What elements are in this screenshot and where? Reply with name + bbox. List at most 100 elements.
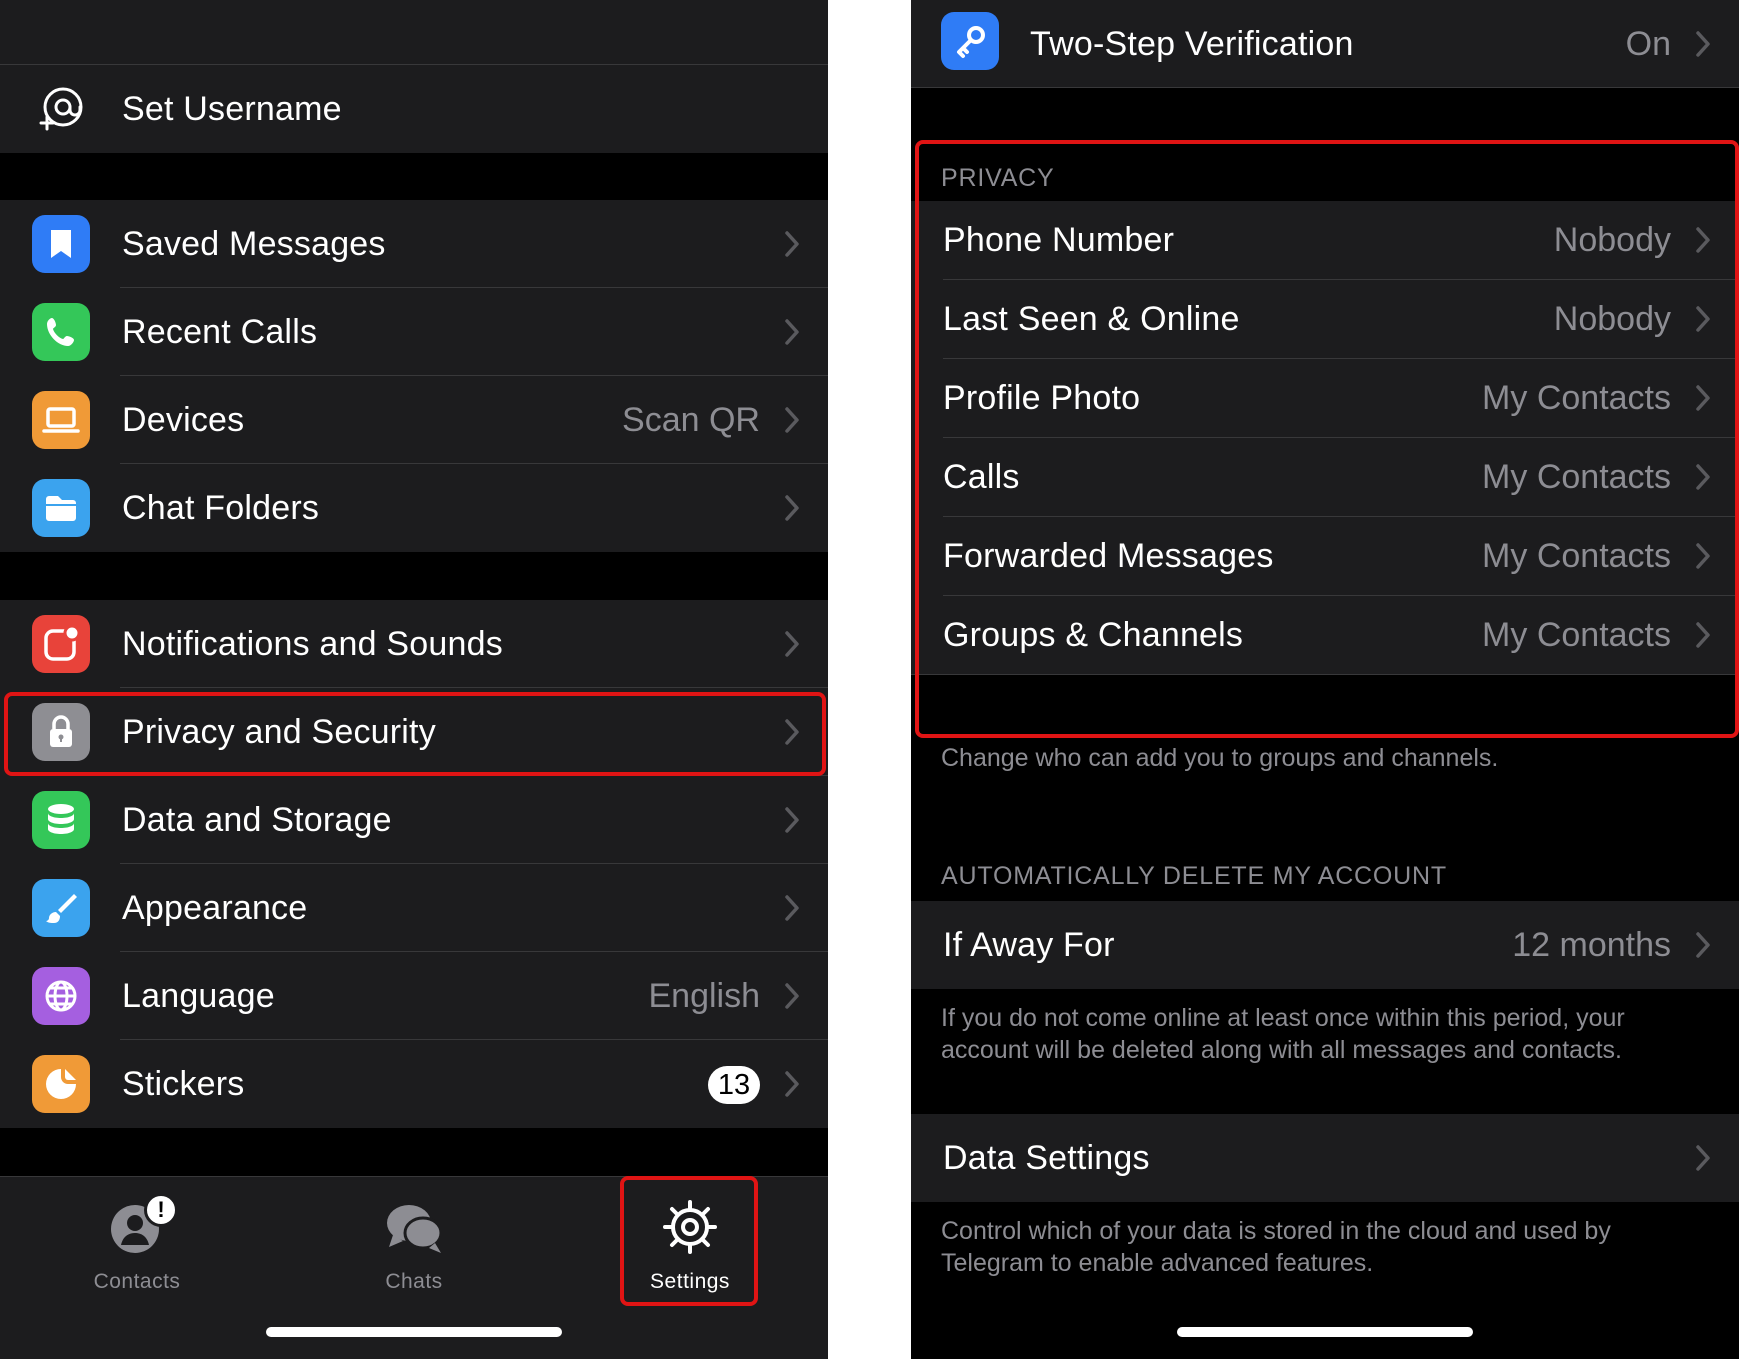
laptop-icon [32, 391, 90, 449]
settings-row-chat-folders[interactable]: Chat Folders [0, 464, 828, 552]
count-badge: 13 [708, 1066, 760, 1104]
chevron-right-icon [784, 718, 800, 746]
settings-row-label: Privacy and Security [122, 712, 436, 751]
set-username-label: Set Username [122, 89, 342, 128]
lock-icon [32, 703, 90, 761]
privacy-row-label: Last Seen & Online [943, 300, 1240, 338]
settings-row-recent-calls[interactable]: Recent Calls [0, 288, 828, 376]
globe-icon [32, 967, 90, 1025]
groups-channels-footnote: Change who can add you to groups and cha… [941, 744, 1499, 772]
chevron-right-icon [784, 894, 800, 922]
chevron-right-icon [784, 230, 800, 258]
privacy-row-profile-photo[interactable]: Profile Photo My Contacts [911, 359, 1739, 438]
settings-row-label: Appearance [122, 888, 308, 927]
tab-contacts-label: Contacts [93, 1270, 181, 1293]
bookmark-icon [32, 215, 90, 273]
chevron-right-icon [1695, 226, 1711, 254]
chevron-right-icon [784, 630, 800, 658]
tab-contacts[interactable]: ! Contacts [47, 1193, 227, 1294]
privacy-row-value: Nobody [1553, 221, 1671, 259]
two-step-verification-row[interactable]: Two-Step Verification On [911, 0, 1739, 88]
privacy-row-forwarded-messages[interactable]: Forwarded Messages My Contacts [911, 517, 1739, 596]
profile-header-remnant [0, 0, 828, 65]
settings-row-label: Language [122, 976, 275, 1015]
tab-chats[interactable]: Chats [324, 1197, 504, 1294]
set-username-group: Set Username [0, 65, 828, 153]
away-footnote-wrap: If you do not come online at least once … [911, 1002, 1739, 1066]
settings-row-label: Notifications and Sounds [122, 624, 503, 663]
privacy-row-label: Phone Number [943, 221, 1175, 259]
groups-footnote-wrap: Change who can add you to groups and cha… [911, 742, 1739, 774]
settings-row-label: Saved Messages [122, 224, 386, 263]
data-settings-row[interactable]: Data Settings [911, 1114, 1739, 1202]
security-group: Two-Step Verification On [911, 0, 1739, 88]
if-away-for-row[interactable]: If Away For 12 months [911, 901, 1739, 989]
tab-chats-label: Chats [385, 1270, 443, 1293]
settings-row-label: Data and Storage [122, 800, 392, 839]
settings-row-stickers[interactable]: Stickers 13 [0, 1040, 828, 1128]
set-username-row[interactable]: Set Username [0, 65, 828, 153]
phone-icon [32, 303, 90, 361]
chevron-right-icon [784, 982, 800, 1010]
delete-account-section-header: AUTOMATICALLY DELETE MY ACCOUNT [941, 861, 1447, 890]
sticker-icon [32, 1055, 90, 1113]
settings-row-devices[interactable]: Devices Scan QR [0, 376, 828, 464]
chevron-right-icon [784, 806, 800, 834]
if-away-for-label: If Away For [943, 925, 1115, 964]
settings-row-saved-messages[interactable]: Saved Messages [0, 200, 828, 288]
key-icon [941, 12, 999, 70]
left-phone-screen: Set Username Saved Messages Recent Calls D… [0, 0, 828, 1359]
chats-icon [383, 1197, 445, 1257]
chevron-right-icon [1695, 305, 1711, 333]
settings-row-label: Recent Calls [122, 312, 318, 351]
privacy-row-value: My Contacts [1482, 379, 1671, 417]
chevron-right-icon [784, 406, 800, 434]
main-features-group: Saved Messages Recent Calls Devices Scan QR… [0, 200, 828, 552]
settings-row-value: English [648, 976, 760, 1015]
chevron-right-icon [1695, 384, 1711, 412]
privacy-section-header-wrap: PRIVACY [911, 155, 1739, 201]
chevron-right-icon [1695, 30, 1711, 58]
right-phone-screen: Two-Step Verification On PRIVACY Phone N… [911, 0, 1739, 1359]
delete-section-header-wrap: AUTOMATICALLY DELETE MY ACCOUNT [911, 856, 1739, 896]
two-step-verification-label: Two-Step Verification [1030, 24, 1354, 63]
folder-icon [32, 479, 90, 537]
settings-row-privacy-and-security[interactable]: Privacy and Security [0, 688, 828, 776]
privacy-row-last-seen-and-online[interactable]: Last Seen & Online Nobody [911, 280, 1739, 359]
settings-row-value: Scan QR [622, 400, 760, 439]
privacy-row-label: Groups & Channels [943, 616, 1244, 654]
notification-icon [32, 615, 90, 673]
privacy-row-phone-number[interactable]: Phone Number Nobody [911, 201, 1739, 280]
data-footnote-wrap: Control which of your data is stored in … [911, 1215, 1739, 1279]
settings-row-appearance[interactable]: Appearance [0, 864, 828, 952]
privacy-row-value: Nobody [1553, 300, 1671, 338]
settings-row-language[interactable]: Language English [0, 952, 828, 1040]
settings-row-label: Chat Folders [122, 488, 320, 527]
brush-icon [32, 879, 90, 937]
privacy-row-label: Profile Photo [943, 379, 1141, 417]
chevron-right-icon [1695, 463, 1711, 491]
database-icon [32, 791, 90, 849]
settings-row-label: Stickers [122, 1064, 245, 1103]
home-indicator [1177, 1327, 1473, 1337]
contacts-icon: ! [102, 1193, 178, 1257]
settings-options-group: Notifications and Sounds Privacy and Secu… [0, 600, 828, 1128]
chevron-right-icon [1695, 931, 1711, 959]
privacy-row-label: Calls [943, 458, 1020, 496]
chevron-right-icon [784, 494, 800, 522]
data-settings-group: Data Settings [911, 1114, 1739, 1202]
privacy-row-groups-and-channels[interactable]: Groups & Channels My Contacts [911, 596, 1739, 675]
settings-row-data-and-storage[interactable]: Data and Storage [0, 776, 828, 864]
at-sign-add-icon [32, 80, 90, 138]
privacy-row-calls[interactable]: Calls My Contacts [911, 438, 1739, 517]
privacy-row-value: My Contacts [1482, 458, 1671, 496]
chevron-right-icon [784, 318, 800, 346]
privacy-row-value: My Contacts [1482, 616, 1671, 654]
tab-settings[interactable]: Settings [600, 1197, 780, 1294]
chevron-right-icon [1695, 621, 1711, 649]
tab-settings-label: Settings [650, 1270, 730, 1293]
if-away-for-value: 12 months [1512, 925, 1671, 964]
chevron-right-icon [784, 1070, 800, 1098]
privacy-row-value: My Contacts [1482, 537, 1671, 575]
settings-row-notifications-and-sounds[interactable]: Notifications and Sounds [0, 600, 828, 688]
